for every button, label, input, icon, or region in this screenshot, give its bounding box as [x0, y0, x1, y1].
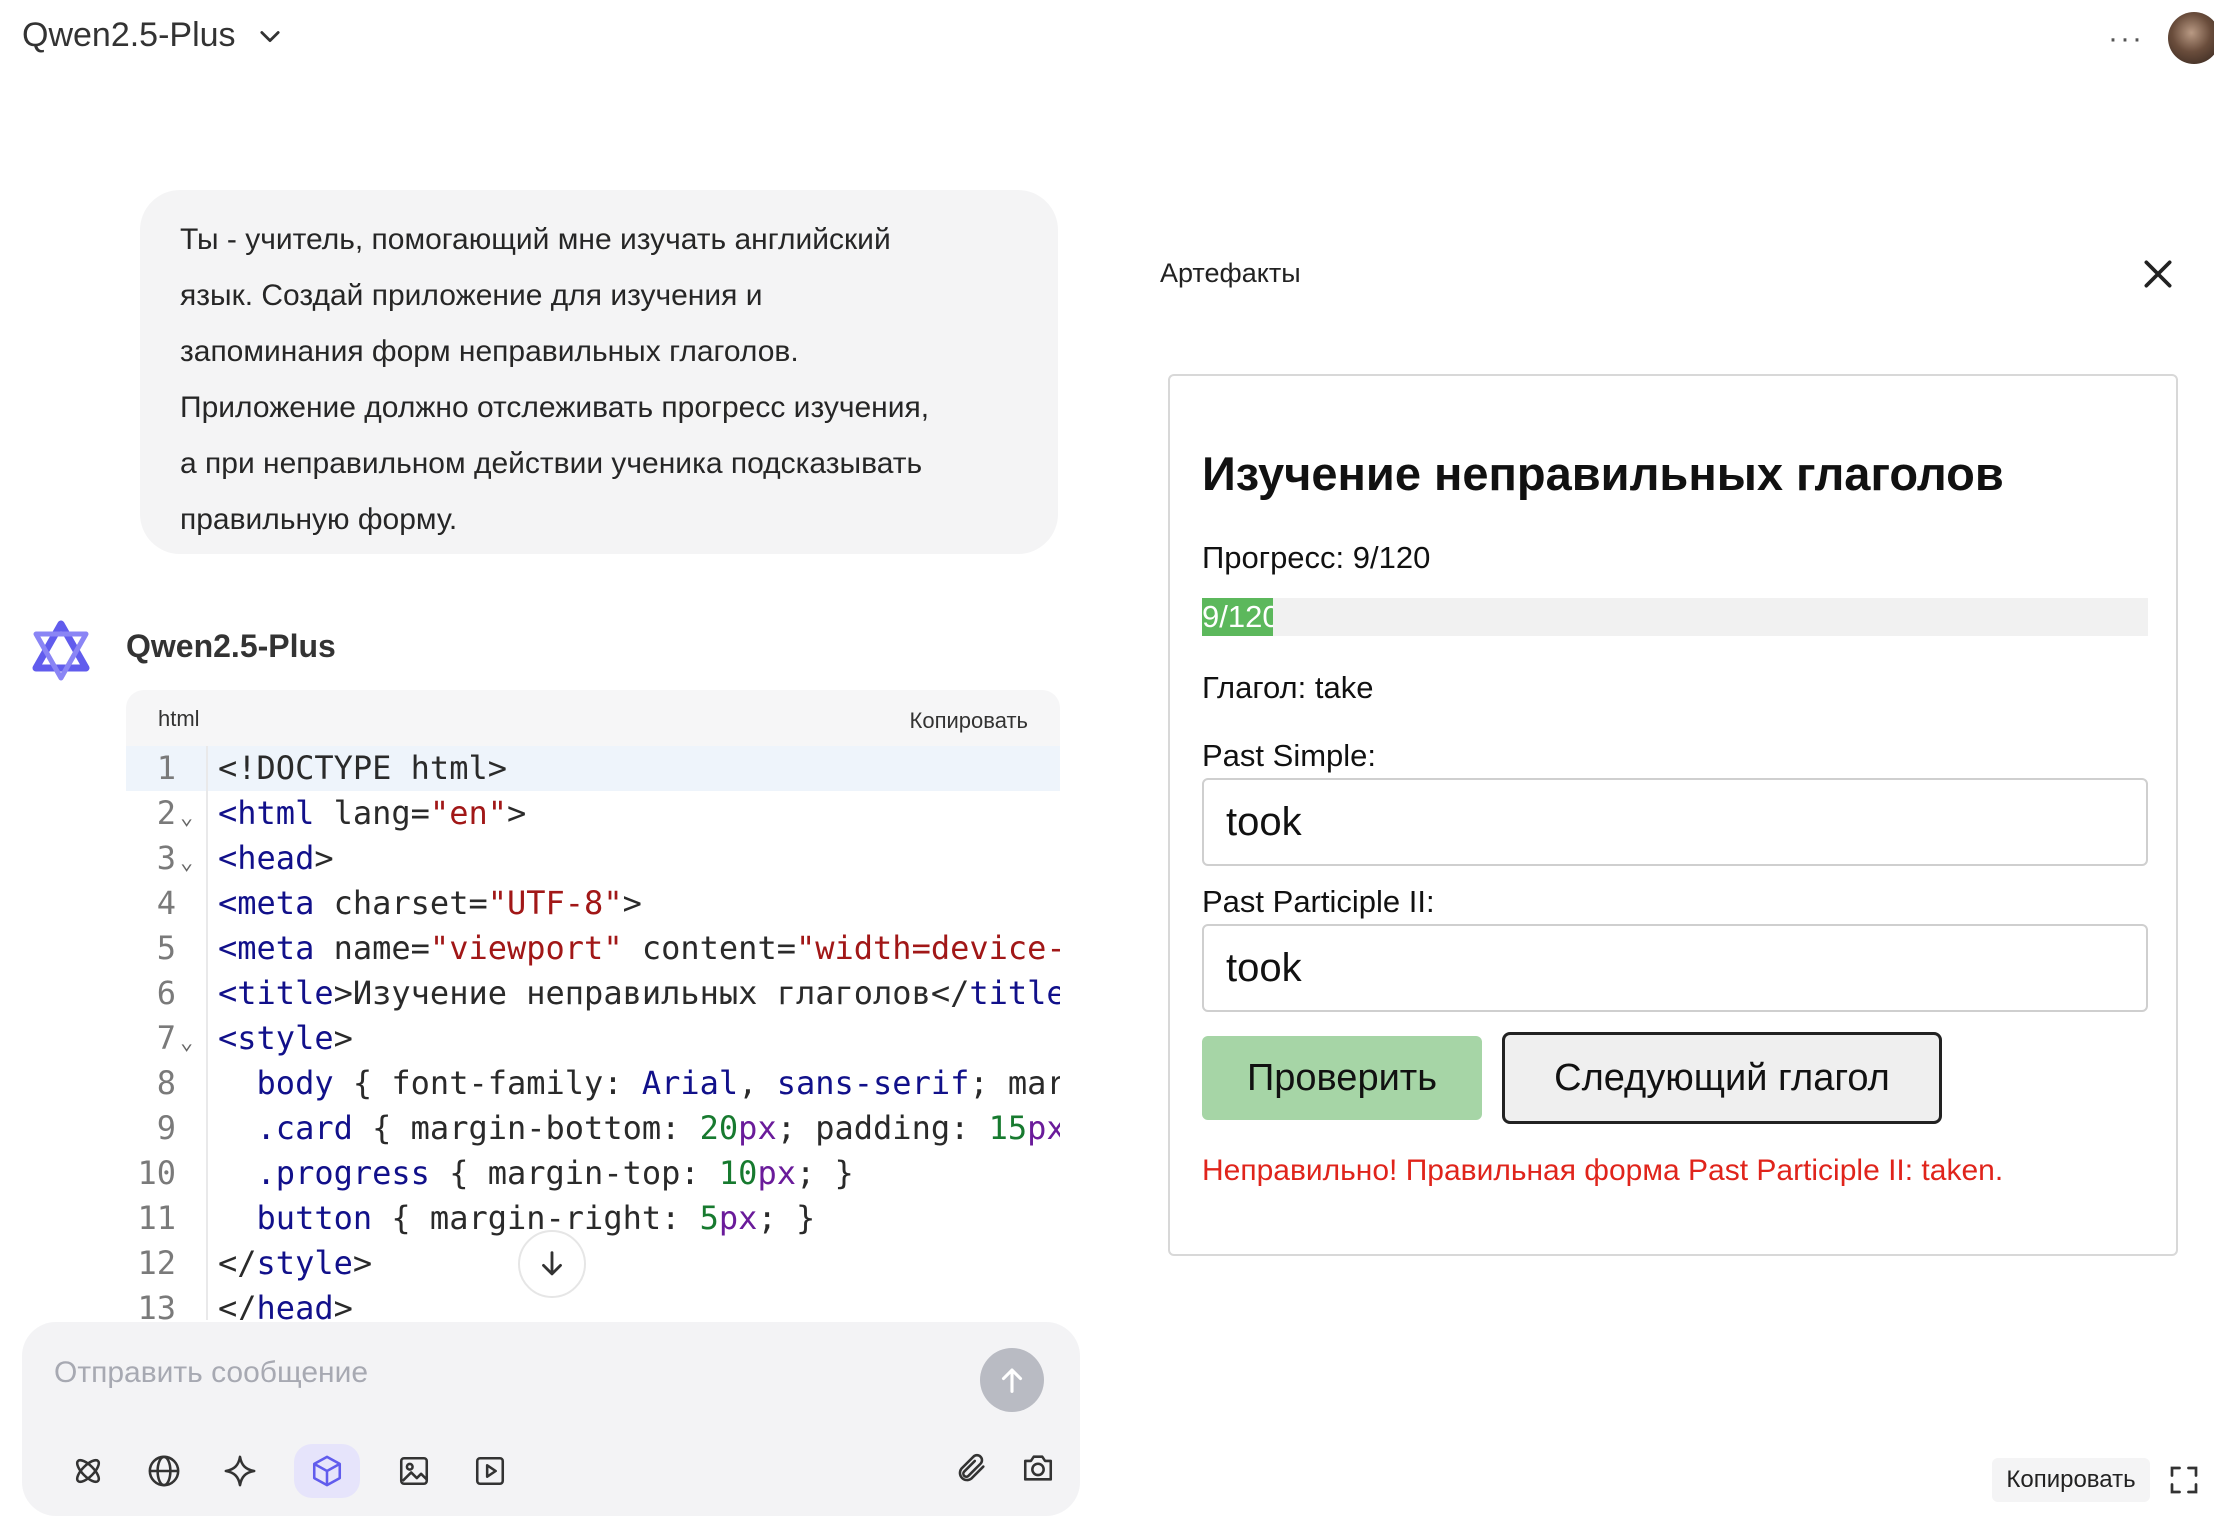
image-icon[interactable] [392, 1449, 436, 1493]
code-text: <!DOCTYPE html> [218, 749, 507, 787]
line-number: 5 [156, 929, 176, 967]
code-line: 10 .progress { margin-top: 10px; } [126, 1151, 1060, 1196]
code-line: 11 button { margin-right: 5px; } [126, 1196, 1060, 1241]
code-text: <meta name="viewport" content="width=dev… [218, 929, 1060, 967]
line-number: 7 [156, 1019, 176, 1057]
code-line: 5 <meta name="viewport" content="width=de… [126, 926, 1060, 971]
code-line: 4 <meta charset="UTF-8"> [126, 881, 1060, 926]
qwen-logo-icon [28, 618, 94, 684]
code-text: body { font-family: Arial, sans-serif; m… [256, 1064, 1060, 1102]
model-selector[interactable]: Qwen2.5-Plus [22, 16, 284, 55]
scroll-down-button[interactable] [518, 1230, 586, 1298]
code-language: html [158, 706, 200, 731]
code-text: </head> [218, 1289, 353, 1320]
check-button[interactable]: Проверить [1202, 1036, 1482, 1120]
code-line: 13 </head> [126, 1286, 1060, 1320]
user-message-line: а при неправильном действии ученика подс… [180, 447, 923, 480]
copy-code-button[interactable]: Копировать [910, 708, 1028, 734]
chevron-down-icon [256, 22, 284, 50]
paperclip-icon[interactable] [950, 1446, 994, 1490]
message-composer: Отправить сообщение [22, 1322, 1080, 1516]
code-line: 2 ⌄ <html lang="en"> [126, 791, 1060, 836]
more-options-icon[interactable]: ··· [2106, 22, 2146, 55]
past-participle-label: Past Participle II: [1202, 884, 1435, 919]
copy-artifact-button[interactable]: Копировать [1992, 1458, 2150, 1502]
progress-label: Прогресс: 9/120 [1202, 540, 1431, 575]
line-number: 11 [137, 1199, 176, 1237]
expand-icon[interactable] [2166, 1462, 2202, 1498]
app-heading: Изучение неправильных глаголов [1202, 447, 2004, 500]
arrow-down-icon [542, 1251, 562, 1276]
code-text: <style> [218, 1019, 353, 1057]
camera-icon[interactable] [1016, 1446, 1060, 1490]
progress-bar: 9/120 [1202, 598, 2148, 636]
code-text: .card { margin-bottom: 20px; padding: 15… [256, 1109, 1060, 1147]
code-line: 7 ⌄ <style> [126, 1016, 1060, 1061]
code-text: <title>Изучение неправильных глаголов</t… [218, 974, 1060, 1012]
line-number: 6 [156, 974, 176, 1012]
verb-label: Глагол: take [1202, 670, 1374, 705]
line-number: 2 [156, 794, 176, 832]
message-input[interactable]: Отправить сообщение [54, 1356, 368, 1390]
line-number: 10 [137, 1154, 176, 1192]
code-block: html Копировать 1 <!DOCTYPE html> 2 ⌄ <html … [126, 690, 1060, 1320]
artifact-preview: Изучение неправильных глаголов Прогресс:… [1168, 374, 2178, 1256]
user-message-line: Ты - учитель, помогающий мне изучать анг… [180, 223, 891, 256]
line-number: 9 [156, 1109, 176, 1147]
code-line: 9 .card { margin-bottom: 20px; padding: … [126, 1106, 1060, 1151]
user-message-line: правильную форму. [180, 503, 458, 536]
past-simple-label: Past Simple: [1202, 738, 1377, 773]
code-line: 1 <!DOCTYPE html> [126, 746, 1060, 791]
line-number: 8 [156, 1064, 176, 1102]
feedback-message: Неправильно! Правильная форма Past Parti… [1202, 1154, 2004, 1187]
model-name: Qwen2.5-Plus [22, 16, 236, 54]
fold-chevron-icon[interactable]: ⌄ [180, 1020, 193, 1065]
code-header: html Копировать [126, 690, 1060, 746]
user-message-line: язык. Создай приложение для изучения и [180, 279, 763, 312]
arrow-up-icon [1001, 1368, 1023, 1393]
sparkle-icon[interactable] [218, 1449, 262, 1493]
atom-icon[interactable] [66, 1449, 110, 1493]
line-number: 4 [156, 884, 176, 922]
code-line: 12 </style> [126, 1241, 1060, 1286]
user-message-line: запоминания форм неправильных глаголов. [180, 335, 799, 368]
progress-bar-fill: 9/120 [1202, 598, 1273, 636]
past-simple-input[interactable]: took [1202, 778, 2148, 866]
line-number: 12 [137, 1244, 176, 1282]
user-message-line: Приложение должно отслеживать прогресс и… [180, 391, 930, 424]
line-number: 3 [156, 839, 176, 877]
top-bar: Qwen2.5-Plus ··· [0, 0, 2214, 80]
next-verb-button[interactable]: Следующий глагол [1502, 1032, 1942, 1124]
artifacts-title: Артефакты [1160, 258, 1301, 288]
code-line: 3 ⌄ <head> [126, 836, 1060, 881]
globe-icon[interactable] [142, 1449, 186, 1493]
code-text: .progress { margin-top: 10px; } [256, 1154, 854, 1192]
code-text: <head> [218, 839, 334, 877]
code-text: </style> [218, 1244, 373, 1282]
video-icon[interactable] [468, 1449, 512, 1493]
avatar[interactable] [2168, 12, 2214, 64]
composer-tools [66, 1444, 512, 1498]
code-line: 6 <title>Изучение неправильных глаголов</… [126, 971, 1060, 1016]
gutter-divider [206, 746, 208, 1320]
code-text: button { margin-right: 5px; } [256, 1199, 816, 1237]
fold-chevron-icon[interactable]: ⌄ [180, 840, 193, 885]
send-button[interactable] [980, 1348, 1044, 1412]
code-line: 8 body { font-family: Arial, sans-serif;… [126, 1061, 1060, 1106]
cube-icon[interactable] [294, 1444, 360, 1498]
code-text: <html lang="en"> [218, 794, 527, 832]
line-number: 1 [156, 749, 176, 787]
code-text: <meta charset="UTF-8"> [218, 884, 642, 922]
fold-chevron-icon[interactable]: ⌄ [180, 795, 193, 840]
composer-right-tools [950, 1446, 1060, 1490]
user-message: Ты - учитель, помогающий мне изучать анг… [140, 190, 1058, 554]
close-icon[interactable] [2138, 254, 2178, 294]
assistant-name: Qwen2.5-Plus [126, 628, 336, 664]
code-body[interactable]: 1 <!DOCTYPE html> 2 ⌄ <html lang="en"> 3 ⌄ <hea… [126, 746, 1060, 1320]
line-number: 13 [137, 1289, 176, 1320]
past-participle-input[interactable]: took [1202, 924, 2148, 1012]
